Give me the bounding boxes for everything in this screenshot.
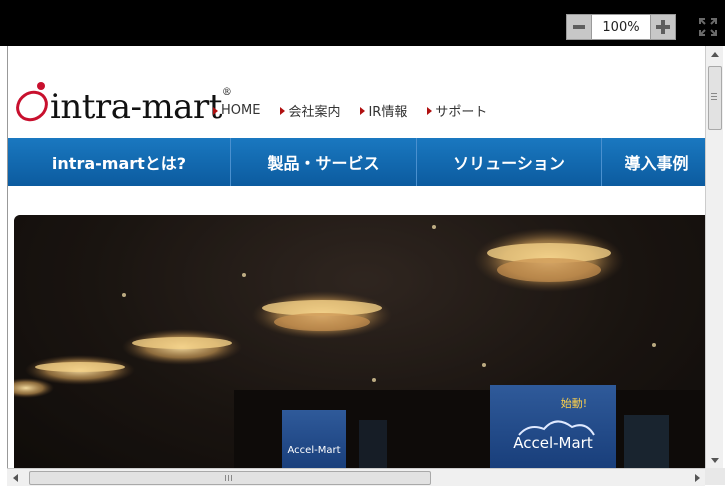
- main-navigation: intra-martとは? 製品・サービス ソリューション 導入事例: [8, 138, 706, 186]
- plus-icon: [656, 20, 670, 34]
- left-screen-text: Accel-Mart: [288, 445, 341, 456]
- scroll-up-button[interactable]: [706, 46, 723, 62]
- scroll-down-button[interactable]: [706, 452, 723, 468]
- right-screen: [490, 385, 616, 468]
- arrow-down-icon: [710, 457, 719, 463]
- vertical-scrollbar[interactable]: [705, 46, 723, 468]
- arrow-icon: [427, 106, 433, 115]
- fullscreen-button[interactable]: [695, 14, 721, 40]
- scrollbar-corner: [705, 468, 725, 485]
- hero-photo[interactable]: Accel-Mart 始動! Accel-Mart: [14, 215, 706, 468]
- right-screen-headline: 始動!: [561, 396, 587, 410]
- intra-mart-logo[interactable]: intra-mart®: [14, 74, 232, 127]
- arrow-icon: [280, 106, 286, 115]
- top-links: HOME 会社案内 IR情報 サポート: [213, 101, 487, 120]
- nav-tab-cases[interactable]: 導入事例: [602, 138, 706, 186]
- zoom-level: 100%: [592, 14, 650, 40]
- web-page: intra-mart® HOME 会社案内 IR情報 サポート intra-ma…: [7, 46, 706, 468]
- viewer-toolbar: 100%: [0, 0, 725, 46]
- nav-link-home[interactable]: HOME: [213, 101, 260, 120]
- chandelier: [474, 228, 624, 292]
- vertical-scroll-thumb[interactable]: [708, 66, 722, 130]
- nav-link-support[interactable]: サポート: [427, 101, 487, 120]
- ballroom-photo: Accel-Mart 始動! Accel-Mart: [14, 215, 706, 468]
- arrow-icon: [213, 106, 218, 115]
- horizontal-scroll-thumb[interactable]: [29, 471, 431, 485]
- nav-link-company[interactable]: 会社案内: [280, 101, 340, 120]
- nav-tab-about[interactable]: intra-martとは?: [8, 138, 231, 186]
- chandelier: [122, 329, 242, 365]
- expand-icon: [699, 18, 717, 36]
- arrow-up-icon: [710, 51, 719, 57]
- arrow-left-icon: [12, 473, 18, 482]
- chandelier: [252, 291, 392, 339]
- arrow-icon: [360, 106, 366, 115]
- minus-icon: [573, 25, 585, 29]
- left-screen: [282, 410, 346, 468]
- logo-swirl-icon: [16, 82, 48, 122]
- right-screen-text: Accel-Mart: [513, 434, 593, 452]
- zoom-in-button[interactable]: [650, 14, 676, 40]
- nav-link-ir[interactable]: IR情報: [360, 101, 407, 120]
- scroll-right-button[interactable]: [689, 469, 705, 486]
- logo-text: intra-mart®: [50, 87, 232, 127]
- scroll-left-button[interactable]: [7, 469, 23, 486]
- arrow-right-icon: [694, 473, 700, 482]
- nav-tab-products[interactable]: 製品・サービス: [231, 138, 417, 186]
- zoom-out-button[interactable]: [566, 14, 592, 40]
- nav-tab-solutions[interactable]: ソリューション: [417, 138, 602, 186]
- zoom-controls: 100%: [566, 14, 676, 40]
- horizontal-scrollbar[interactable]: [7, 468, 705, 486]
